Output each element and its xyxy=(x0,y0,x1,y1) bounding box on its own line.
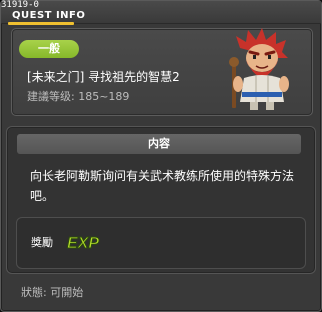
recommended-level: 建議等级: 185~189 xyxy=(27,90,130,103)
quest-id: 31919-0 xyxy=(1,0,39,10)
exp-icon-text: EXP xyxy=(67,235,99,251)
title-underline xyxy=(8,22,74,25)
exp-icon: EXP xyxy=(67,235,100,252)
quest-name: [未来之门] 寻找祖先的智慧2 xyxy=(27,70,180,84)
reward-panel xyxy=(16,217,306,269)
reward-label: 獎勵 xyxy=(31,236,53,249)
quest-status: 狀態: 可開始 xyxy=(21,286,84,299)
window-title: QUEST INFO xyxy=(12,10,86,21)
quest-category-badge: 一般 xyxy=(19,40,79,58)
content-header: 内容 xyxy=(17,134,301,154)
quest-description: 向长老阿勒斯询问有关武术教练所使用的特殊方法吧。 xyxy=(30,169,295,203)
npc-elder-portrait xyxy=(229,28,289,110)
